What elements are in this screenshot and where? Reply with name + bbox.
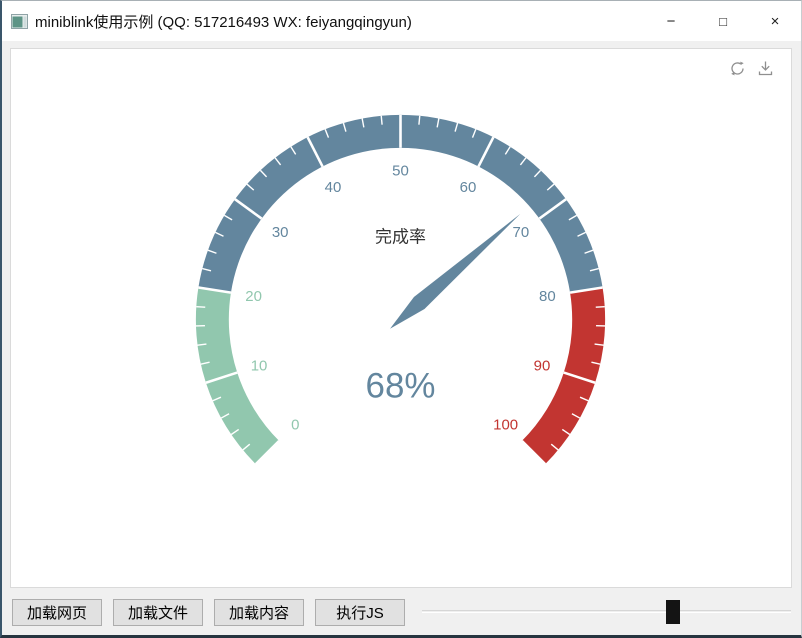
- svg-text:70: 70: [512, 224, 529, 241]
- window-title: miniblink使用示例 (QQ: 517216493 WX: feiyang…: [35, 11, 412, 32]
- close-button[interactable]: ×: [749, 1, 801, 41]
- svg-text:40: 40: [325, 179, 342, 196]
- svg-text:30: 30: [272, 224, 289, 241]
- slider-track[interactable]: [422, 610, 791, 613]
- gauge-detail-value: 68%: [366, 366, 436, 405]
- svg-text:100: 100: [493, 417, 518, 434]
- chart-panel: 0 10 20 30 40 50 60 70 80 90 100 完成率 68%: [10, 48, 792, 588]
- svg-text:0: 0: [291, 417, 299, 434]
- execute-js-button[interactable]: 执行JS: [315, 599, 405, 626]
- svg-text:80: 80: [539, 288, 556, 305]
- load-webpage-button[interactable]: 加载网页: [12, 599, 102, 626]
- load-content-button[interactable]: 加载内容: [214, 599, 304, 626]
- save-as-image-icon[interactable]: [756, 59, 775, 78]
- app-window: miniblink使用示例 (QQ: 517216493 WX: feiyang…: [0, 0, 802, 638]
- svg-text:20: 20: [245, 288, 262, 305]
- window-controls: − □ ×: [645, 1, 801, 41]
- slider-handle[interactable]: [666, 600, 680, 624]
- content-area: 0 10 20 30 40 50 60 70 80 90 100 完成率 68%: [2, 41, 801, 590]
- gauge-title: 完成率: [375, 228, 426, 247]
- minimize-button[interactable]: −: [645, 1, 697, 41]
- svg-text:90: 90: [534, 357, 551, 374]
- svg-text:60: 60: [460, 179, 477, 196]
- maximize-button[interactable]: □: [697, 1, 749, 41]
- titlebar: miniblink使用示例 (QQ: 517216493 WX: feiyang…: [2, 1, 801, 41]
- load-file-button[interactable]: 加载文件: [113, 599, 203, 626]
- bottom-toolbar: 加载网页 加载文件 加载内容 执行JS: [2, 590, 801, 635]
- value-slider[interactable]: [422, 599, 791, 626]
- gauge-chart: 0 10 20 30 40 50 60 70 80 90 100 完成率 68%: [11, 49, 791, 587]
- chart-toolbox: [728, 59, 775, 78]
- app-icon: [11, 14, 28, 29]
- refresh-restore-icon[interactable]: [728, 59, 747, 78]
- svg-text:10: 10: [251, 357, 268, 374]
- svg-text:50: 50: [392, 163, 409, 180]
